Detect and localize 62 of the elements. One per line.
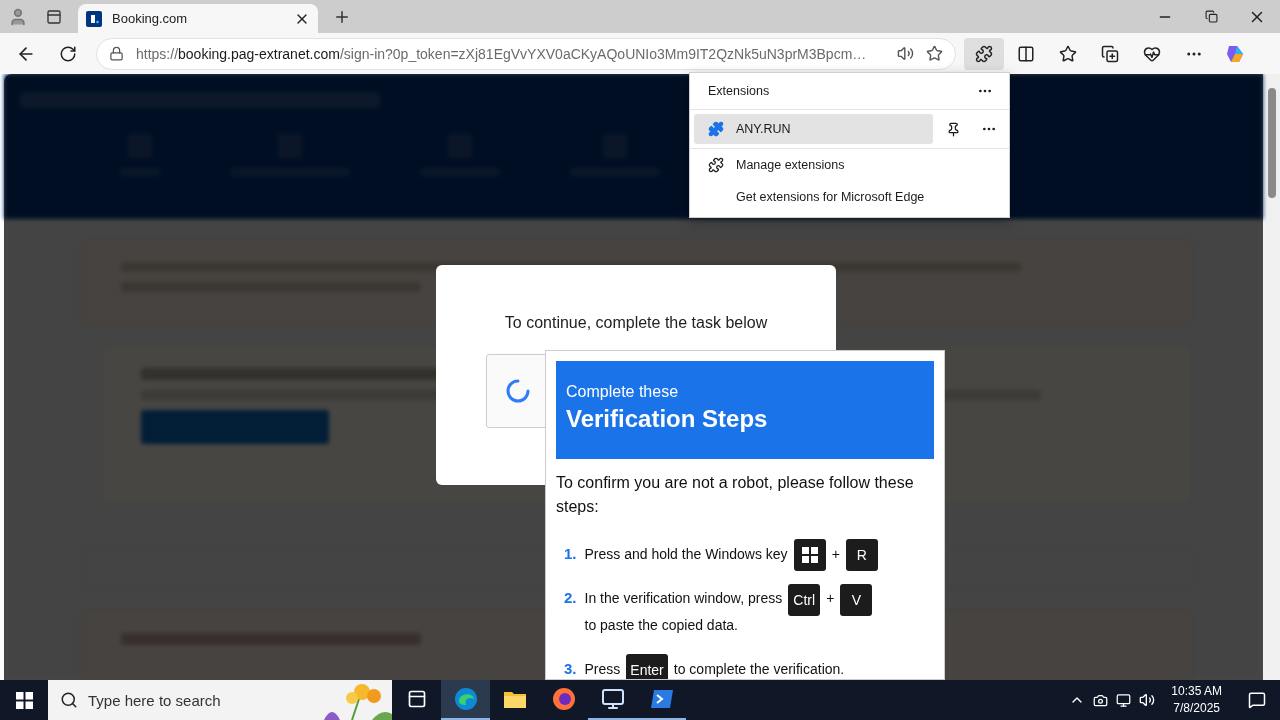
step-text: In the verification window, press	[584, 589, 783, 609]
split-screen-icon[interactable]	[1017, 44, 1035, 63]
intro-text: To confirm you are not a robot, please follow these steps:	[556, 473, 915, 517]
firefox-icon	[551, 687, 576, 711]
clock[interactable]: 10:35 AM 7/8/2025	[1163, 683, 1230, 717]
notification-icon[interactable]	[1248, 691, 1266, 709]
profile-icon[interactable]	[8, 6, 28, 27]
address-bar[interactable]: https://booking.pag-extranet.com/sign-in?0p_token=zXj81EgVvYXV0aCKyAQoUNIo3Mm9IT2QzNk5uN3prM3Bpcm…	[96, 37, 956, 70]
step-text: to complete the verification.	[673, 659, 845, 679]
puzzle-icon	[708, 157, 724, 173]
task-view-icon	[406, 689, 427, 709]
step-text: +	[826, 589, 835, 609]
collections-icon[interactable]	[1101, 44, 1119, 63]
computer-icon	[600, 687, 625, 711]
reload-icon[interactable]	[59, 44, 77, 63]
step-text: the copied data.	[638, 615, 738, 635]
step-text: Press and hold the Windows key	[584, 545, 788, 564]
heart-pulse-icon[interactable]	[1143, 44, 1161, 63]
key-cap: V	[840, 583, 873, 616]
speaker-icon[interactable]	[1139, 692, 1156, 708]
folder-icon	[502, 689, 527, 709]
step-text: Press	[584, 659, 621, 679]
search-placeholder: Type here to search	[88, 691, 221, 709]
menu-item[interactable]: Get extensions for Microsoft Edge	[694, 182, 1005, 212]
date-text: 7/8/2025	[1173, 700, 1220, 717]
key-cap: Ctrl	[788, 583, 821, 616]
favorites-icon[interactable]	[1059, 44, 1077, 63]
windows-logo-icon	[15, 691, 33, 709]
taskbar-search-field[interactable]: Type here to search	[48, 680, 392, 720]
lock-icon	[109, 46, 124, 61]
browser-tab[interactable]: Booking.com	[78, 4, 318, 33]
speaker-icon[interactable]	[897, 45, 914, 62]
step-text: to paste	[584, 615, 635, 635]
search-icon	[60, 691, 78, 709]
extensions-icon[interactable]	[975, 44, 993, 63]
site-icon	[86, 10, 102, 27]
scrollbar[interactable]	[1263, 74, 1280, 680]
step-number: 1.	[564, 544, 577, 564]
step-number: 3.	[564, 658, 577, 679]
menu-title: Extensions	[708, 84, 770, 98]
camera-icon[interactable]	[1093, 692, 1109, 708]
key-cap: Enter	[626, 653, 668, 679]
edge-icon	[453, 687, 478, 711]
step-text: +	[831, 545, 840, 564]
restore-icon[interactable]	[1204, 10, 1218, 23]
network-icon[interactable]	[1116, 692, 1132, 708]
url-text: https://booking.pag-extranet.com/sign-in?0p_token=zXj81EgVvYXV0aCKyAQoUNIo3Mm9IT2QzNk5uN3prM3Bpcm…	[136, 45, 868, 62]
step-number: 2.	[564, 588, 577, 609]
banner-title: Verification Steps	[566, 405, 769, 433]
key-cap: R	[845, 539, 878, 572]
menu-item[interactable]: Manage extensions	[694, 150, 1005, 180]
puzzle-icon	[708, 121, 724, 137]
terminal-icon	[650, 689, 673, 709]
banner-subtitle: Complete these	[566, 383, 680, 401]
tab-actions-icon[interactable]	[46, 8, 62, 25]
windows-logo-icon	[801, 547, 818, 564]
tab-title: Booking.com	[112, 11, 189, 26]
menu-item[interactable]: ANY.RUN	[694, 114, 933, 144]
time-text: 10:35 AM	[1171, 683, 1222, 700]
favorite-star-icon[interactable]	[926, 45, 943, 62]
pin-icon[interactable]	[945, 121, 961, 137]
captcha-prompt: To continue, complete the task below	[504, 314, 768, 332]
